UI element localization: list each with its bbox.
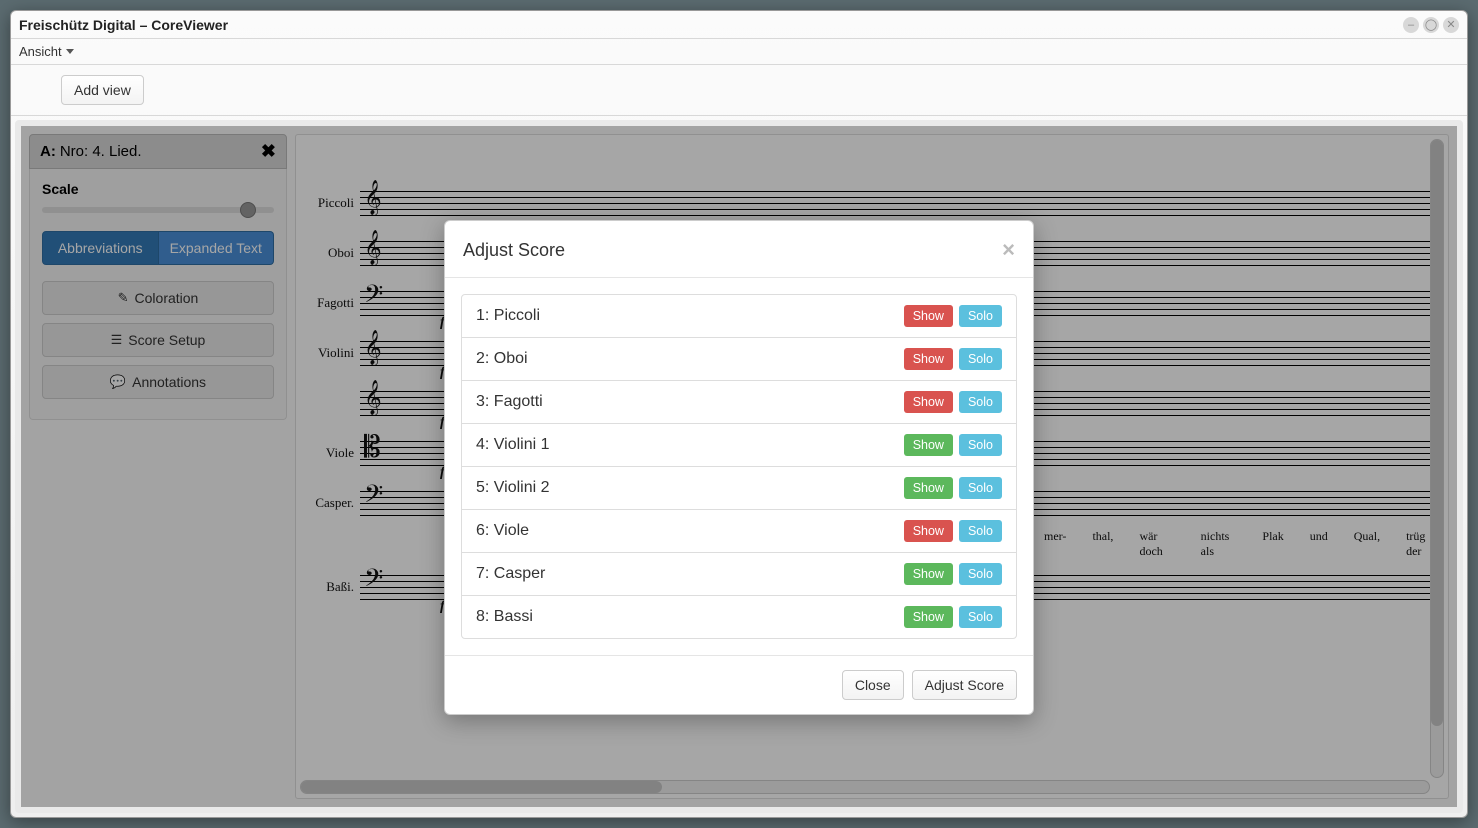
list-item: 7: Casper Show Solo xyxy=(462,553,1016,596)
show-button[interactable]: Show xyxy=(904,606,953,628)
modal-header: Adjust Score × xyxy=(445,221,1033,278)
modal-footer: Close Adjust Score xyxy=(445,655,1033,714)
show-button[interactable]: Show xyxy=(904,391,953,413)
menu-ansicht-label: Ansicht xyxy=(19,44,62,59)
staff-item-label: 8: Bassi xyxy=(476,608,898,626)
menu-ansicht[interactable]: Ansicht xyxy=(19,44,74,59)
solo-button[interactable]: Solo xyxy=(959,391,1002,413)
show-button[interactable]: Show xyxy=(904,434,953,456)
solo-button[interactable]: Solo xyxy=(959,348,1002,370)
solo-button[interactable]: Solo xyxy=(959,563,1002,585)
staff-item-label: 5: Violini 2 xyxy=(476,479,898,497)
list-item: 8: Bassi Show Solo xyxy=(462,596,1016,638)
solo-button[interactable]: Solo xyxy=(959,305,1002,327)
app-window: Freischütz Digital – CoreViewer – ◯ ✕ An… xyxy=(10,10,1468,818)
show-button[interactable]: Show xyxy=(904,348,953,370)
solo-button[interactable]: Solo xyxy=(959,606,1002,628)
solo-button[interactable]: Solo xyxy=(959,477,1002,499)
staff-list: 1: PiccoliShowSolo2: OboiShowSolo3: Fago… xyxy=(461,294,1017,639)
staff-item-label: 2: Oboi xyxy=(476,350,898,368)
list-item: 6: Viole Show Solo xyxy=(462,510,1016,553)
window-title: Freischütz Digital – CoreViewer xyxy=(19,17,1403,33)
list-item: 1: Piccoli Show Solo xyxy=(462,295,1016,338)
show-button[interactable]: Show xyxy=(904,477,953,499)
menubar: Ansicht xyxy=(11,39,1467,65)
modal-title: Adjust Score xyxy=(463,240,1002,261)
list-item: 5: Violini 2 Show Solo xyxy=(462,467,1016,510)
show-button[interactable]: Show xyxy=(904,563,953,585)
show-button[interactable]: Show xyxy=(904,305,953,327)
staff-item-label: 7: Casper xyxy=(476,565,898,583)
list-item: 4: Violini 1 Show Solo xyxy=(462,424,1016,467)
staff-item-label: 1: Piccoli xyxy=(476,307,898,325)
staff-item-label: 4: Violini 1 xyxy=(476,436,898,454)
solo-button[interactable]: Solo xyxy=(959,434,1002,456)
minimize-icon[interactable]: – xyxy=(1403,17,1419,33)
list-item: 2: Oboi Show Solo xyxy=(462,338,1016,381)
modal-body: 1: PiccoliShowSolo2: OboiShowSolo3: Fago… xyxy=(445,278,1033,655)
toolbar: Add view xyxy=(11,65,1467,116)
show-button[interactable]: Show xyxy=(904,520,953,542)
content: A: Nro: 4. Lied. ✖ Scale Abbreviations E… xyxy=(15,120,1463,813)
chevron-down-icon xyxy=(66,49,74,54)
titlebar: Freischütz Digital – CoreViewer – ◯ ✕ xyxy=(11,11,1467,39)
window-controls: – ◯ ✕ xyxy=(1403,17,1459,33)
maximize-icon[interactable]: ◯ xyxy=(1423,17,1439,33)
list-item: 3: Fagotti Show Solo xyxy=(462,381,1016,424)
adjust-score-modal: Adjust Score × 1: PiccoliShowSolo2: Oboi… xyxy=(444,220,1034,715)
close-icon[interactable]: × xyxy=(1002,237,1015,263)
staff-item-label: 6: Viole xyxy=(476,522,898,540)
close-window-icon[interactable]: ✕ xyxy=(1443,17,1459,33)
close-button[interactable]: Close xyxy=(842,670,904,700)
staff-item-label: 3: Fagotti xyxy=(476,393,898,411)
add-view-button[interactable]: Add view xyxy=(61,75,144,105)
solo-button[interactable]: Solo xyxy=(959,520,1002,542)
adjust-score-button[interactable]: Adjust Score xyxy=(912,670,1017,700)
